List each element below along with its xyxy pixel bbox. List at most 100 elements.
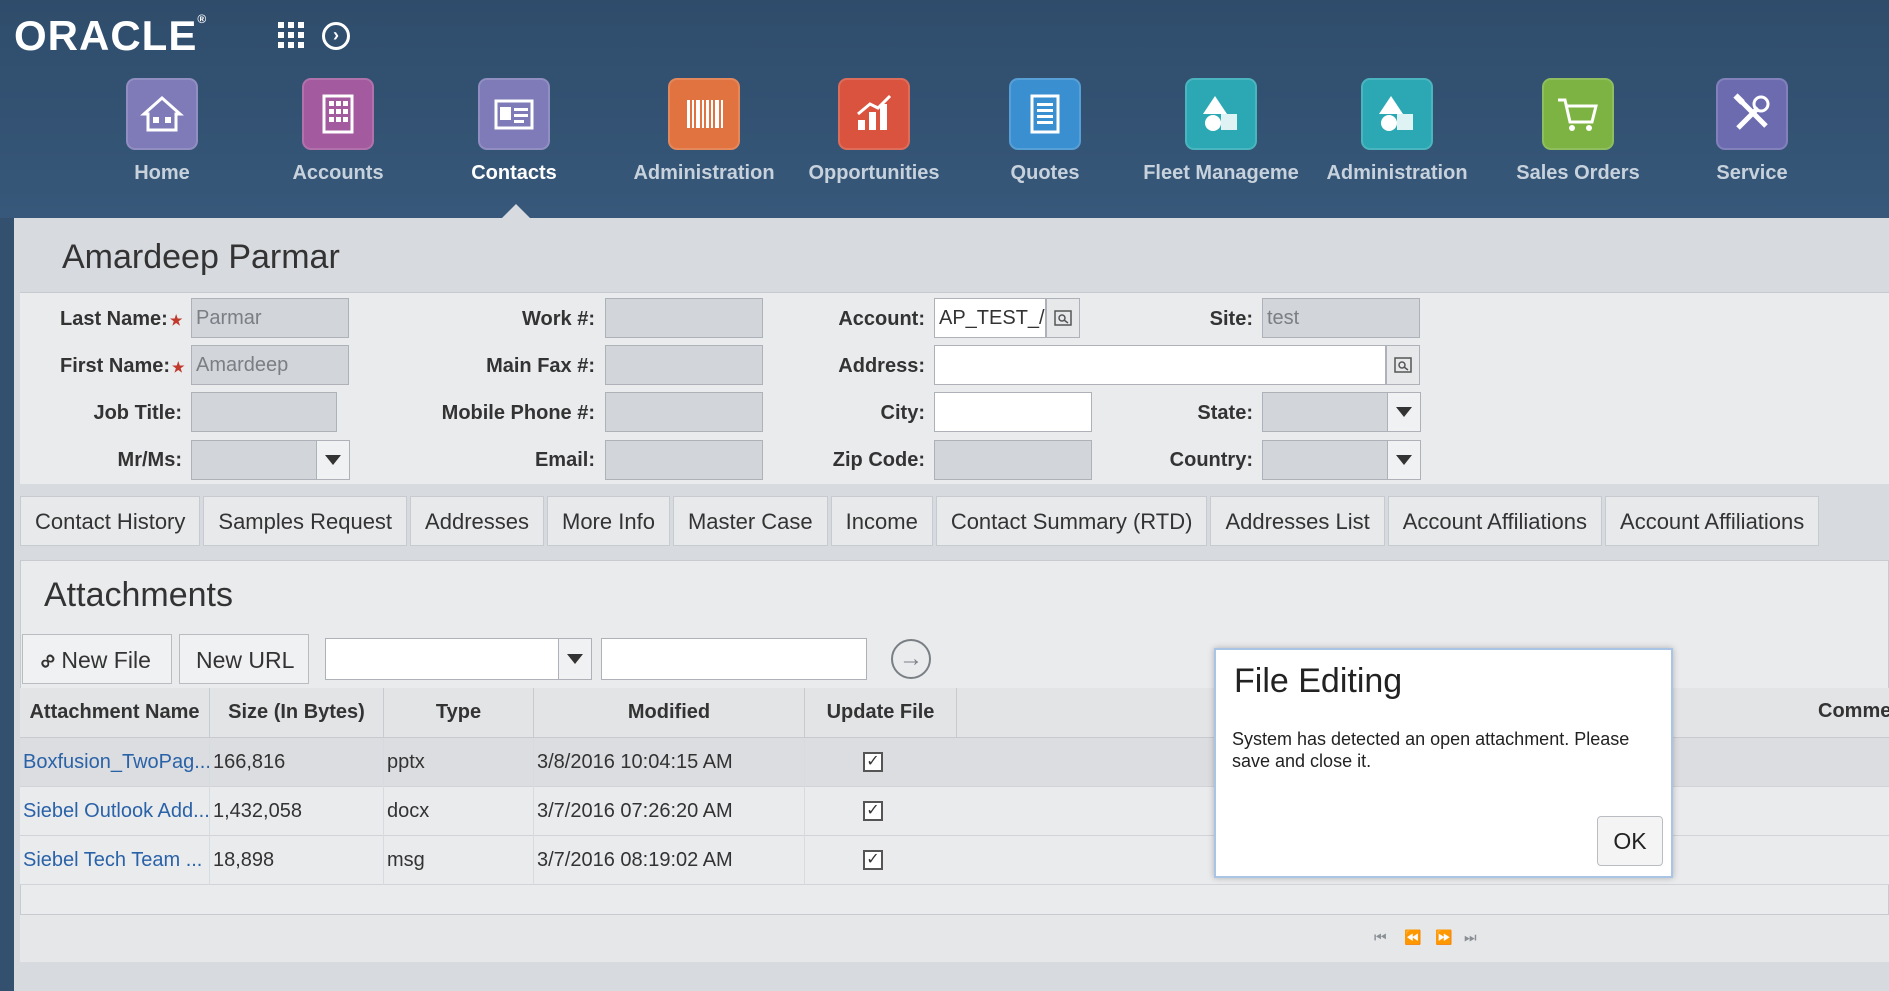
new-file-button[interactable]: ∞New File [22,634,172,684]
tab-income[interactable]: Income [830,496,933,546]
new-url-button[interactable]: New URL [179,634,309,684]
previous-page-icon[interactable]: ⏪ [1404,929,1421,946]
attachment-name-link[interactable]: Siebel Outlook Add... [20,787,210,836]
attachment-modified: 3/7/2016 08:19:02 AM [534,836,805,885]
state-select[interactable] [1262,392,1388,432]
detail-tabs: Contact History Samples Request Addresse… [20,496,1822,546]
chevron-down-icon[interactable] [1387,392,1421,432]
zip-code-field[interactable] [934,440,1092,480]
nav-item-accounts[interactable]: Accounts [252,78,424,185]
job-title-field[interactable] [191,392,337,432]
go-arrow-icon[interactable]: → [891,639,931,679]
update-file-checkbox[interactable]: ✓ [863,850,883,870]
nav-item-contacts[interactable]: Contacts [428,78,600,185]
document-icon [1009,78,1081,150]
nav-item-opportunities[interactable]: Opportunities [788,78,960,185]
tab-contact-summary-rtd[interactable]: Contact Summary (RTD) [935,496,1208,546]
dialog-title: File Editing [1234,662,1403,700]
ok-button[interactable]: OK [1597,816,1663,866]
account-field[interactable]: AP_TEST_/ [934,298,1046,338]
zip-code-label: Zip Code: [832,449,925,471]
mrms-label: Mr/Ms: [117,449,182,471]
oracle-logo: ORACLE® [14,12,208,59]
chevron-down-icon[interactable] [1387,440,1421,480]
nav-item-service[interactable]: Service [1666,78,1838,185]
last-name-label: Last Name: ★ [60,308,183,330]
first-name-field[interactable]: Amardeep [191,345,349,385]
attachment-size: 166,816 [210,738,384,787]
email-field[interactable] [605,440,763,480]
city-label: City: [880,402,925,424]
nav-label: Opportunities [808,162,940,184]
attachment-size: 18,898 [210,836,384,885]
city-field[interactable] [934,392,1092,432]
nav-label: Sales Orders [1516,162,1640,184]
query-field-select[interactable] [325,638,559,680]
nav-item-sales-orders[interactable]: Sales Orders [1492,78,1664,185]
attachment-type: pptx [384,738,534,787]
left-edge [0,218,14,991]
job-title-label: Job Title: [93,402,182,424]
pagination-bar: ⏮ ⏪ ⏩ ⏭ [20,914,1889,962]
update-file-checkbox[interactable]: ✓ [863,801,883,821]
mobile-phone-field[interactable] [605,392,763,432]
account-picker-icon[interactable] [1046,298,1080,338]
file-editing-dialog: File Editing System has detected an open… [1214,648,1673,878]
query-value-input[interactable] [601,638,867,680]
contact-card-icon [478,78,550,150]
account-label: Account: [838,308,925,330]
attachment-name-link[interactable]: Siebel Tech Team ... [20,836,210,885]
last-page-icon[interactable]: ⏭ [1464,929,1477,946]
tab-addresses[interactable]: Addresses [410,496,544,546]
address-picker-icon[interactable] [1386,345,1420,385]
chevron-down-icon[interactable] [316,440,350,480]
chevron-down-icon[interactable] [558,638,592,680]
last-name-field[interactable]: Parmar [191,298,349,338]
col-modified[interactable]: Modified [534,688,805,738]
col-type[interactable]: Type [384,688,534,738]
home-icon [126,78,198,150]
main-fax-label: Main Fax #: [486,355,595,377]
barcode-icon [668,78,740,150]
first-page-icon[interactable]: ⏮ [1374,929,1387,946]
tab-master-case[interactable]: Master Case [672,496,828,546]
tab-contact-history[interactable]: Contact History [20,496,201,546]
dialog-message: System has detected an open attachment. … [1232,729,1630,771]
top-navigation-bar: ORACLE® › Home Accounts Contacts Adminis… [0,0,1889,218]
tools-icon [1716,78,1788,150]
tab-more-info[interactable]: More Info [547,496,670,546]
attachment-name-link[interactable]: Boxfusion_TwoPag... [20,738,210,787]
col-attachment-name[interactable]: Attachment Name [20,688,210,738]
update-file-checkbox[interactable]: ✓ [863,752,883,772]
col-comments[interactable]: Comme [1818,700,1889,723]
next-page-icon[interactable]: ⏩ [1435,929,1452,946]
col-size[interactable]: Size (In Bytes) [210,688,384,738]
site-field[interactable]: test [1262,298,1420,338]
app-grid-icon[interactable] [278,22,304,48]
nav-item-quotes[interactable]: Quotes [959,78,1131,185]
email-label: Email: [534,449,595,471]
first-name-label: First Name: ★ [60,355,185,377]
tab-addresses-list[interactable]: Addresses List [1210,496,1385,546]
main-fax-field[interactable] [605,345,763,385]
forward-circle-icon[interactable]: › [322,22,350,50]
address-field[interactable] [934,345,1386,385]
building-icon [302,78,374,150]
shapes-icon [1185,78,1257,150]
active-nav-indicator [502,204,530,218]
tab-account-affiliations[interactable]: Account Affiliations [1387,496,1603,546]
mrms-select[interactable] [191,440,317,480]
country-select[interactable] [1262,440,1388,480]
nav-item-administration[interactable]: Administration [618,78,790,185]
site-label: Site: [1209,308,1253,330]
mobile-phone-label: Mobile Phone #: [441,402,595,424]
nav-item-administration-2[interactable]: Administration [1311,78,1483,185]
work-phone-field[interactable] [605,298,763,338]
tab-account-affiliations-2[interactable]: Account Affiliations [1605,496,1820,546]
nav-item-fleet-management[interactable]: Fleet Manageme [1135,78,1307,185]
tab-samples-request[interactable]: Samples Request [203,496,408,546]
link-icon: ∞ [31,645,62,676]
col-update-file[interactable]: Update File [805,688,957,738]
attachment-type: msg [384,836,534,885]
nav-item-home[interactable]: Home [76,78,248,185]
